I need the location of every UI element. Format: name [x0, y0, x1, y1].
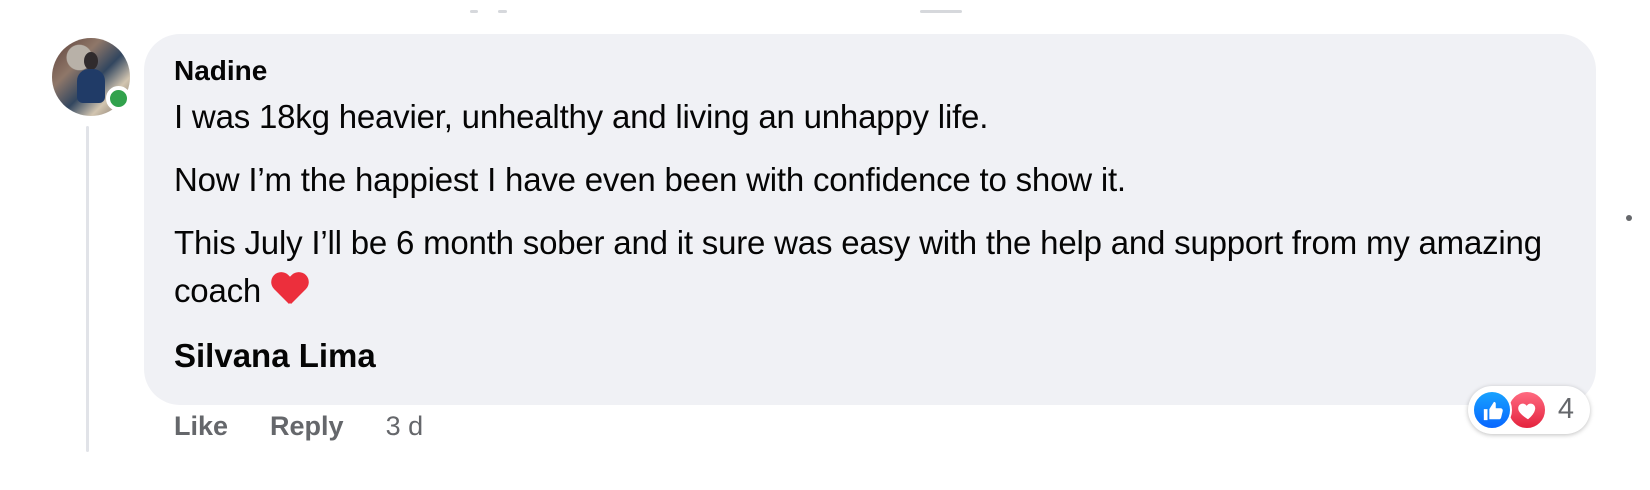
- reaction-summary[interactable]: 4: [1468, 386, 1590, 434]
- comment-actions: Like Reply 3 d: [174, 408, 423, 444]
- thumbs-up-icon: [1483, 401, 1503, 421]
- comment-timestamp[interactable]: 3 d: [386, 411, 424, 442]
- comment-signature: Silvana Lima: [174, 337, 376, 374]
- online-status-icon: [106, 86, 131, 111]
- comment-paragraph: This July I’ll be 6 month sober and it s…: [174, 219, 1566, 315]
- heart-emoji-icon: [271, 271, 309, 307]
- partial-side-dot: [1626, 215, 1632, 221]
- partial-top-content: [470, 8, 1030, 20]
- partial-top-mark: [470, 10, 478, 13]
- partial-top-mark: [498, 10, 507, 13]
- reply-thread-line: [86, 126, 89, 452]
- comment-paragraph: I was 18kg heavier, unhealthy and living…: [174, 98, 989, 135]
- comment-bubble: Nadine I was 18kg heavier, unhealthy and…: [144, 34, 1596, 405]
- reaction-count: 4: [1557, 393, 1574, 425]
- like-button[interactable]: Like: [174, 411, 228, 442]
- love-reaction-icon: [1507, 390, 1547, 430]
- comment-author[interactable]: Nadine: [174, 52, 1566, 90]
- comment-text: This July I’ll be 6 month sober and it s…: [174, 224, 1542, 309]
- reply-button[interactable]: Reply: [270, 411, 344, 442]
- avatar[interactable]: [52, 38, 131, 116]
- love-heart-icon: [1518, 403, 1536, 420]
- comment-paragraph: Now I’m the happiest I have even been wi…: [174, 161, 1126, 198]
- like-reaction-icon: [1472, 390, 1512, 430]
- partial-top-mark: [920, 10, 962, 13]
